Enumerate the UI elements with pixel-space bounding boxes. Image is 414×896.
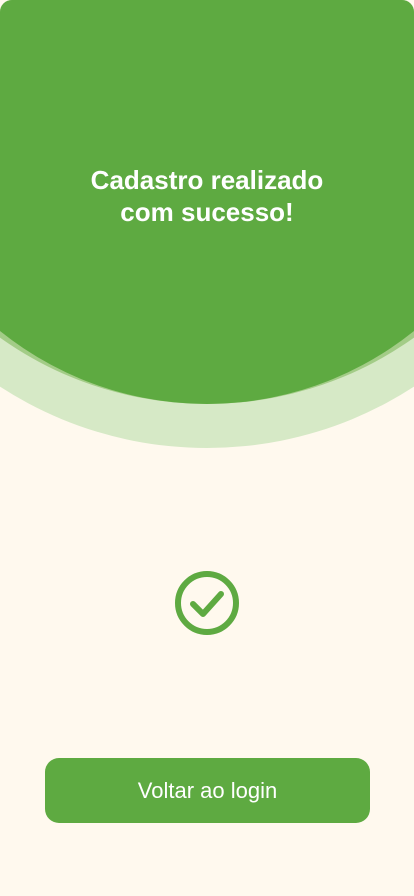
registration-success-screen: Cadastro realizado com sucesso! Voltar a… bbox=[0, 0, 414, 896]
back-to-login-button[interactable]: Voltar ao login bbox=[45, 758, 370, 823]
page-title: Cadastro realizado com sucesso! bbox=[0, 164, 414, 228]
page-title-line-2: com sucesso! bbox=[120, 197, 294, 227]
check-circle-icon bbox=[175, 571, 239, 635]
page-title-line-1: Cadastro realizado bbox=[90, 165, 324, 195]
